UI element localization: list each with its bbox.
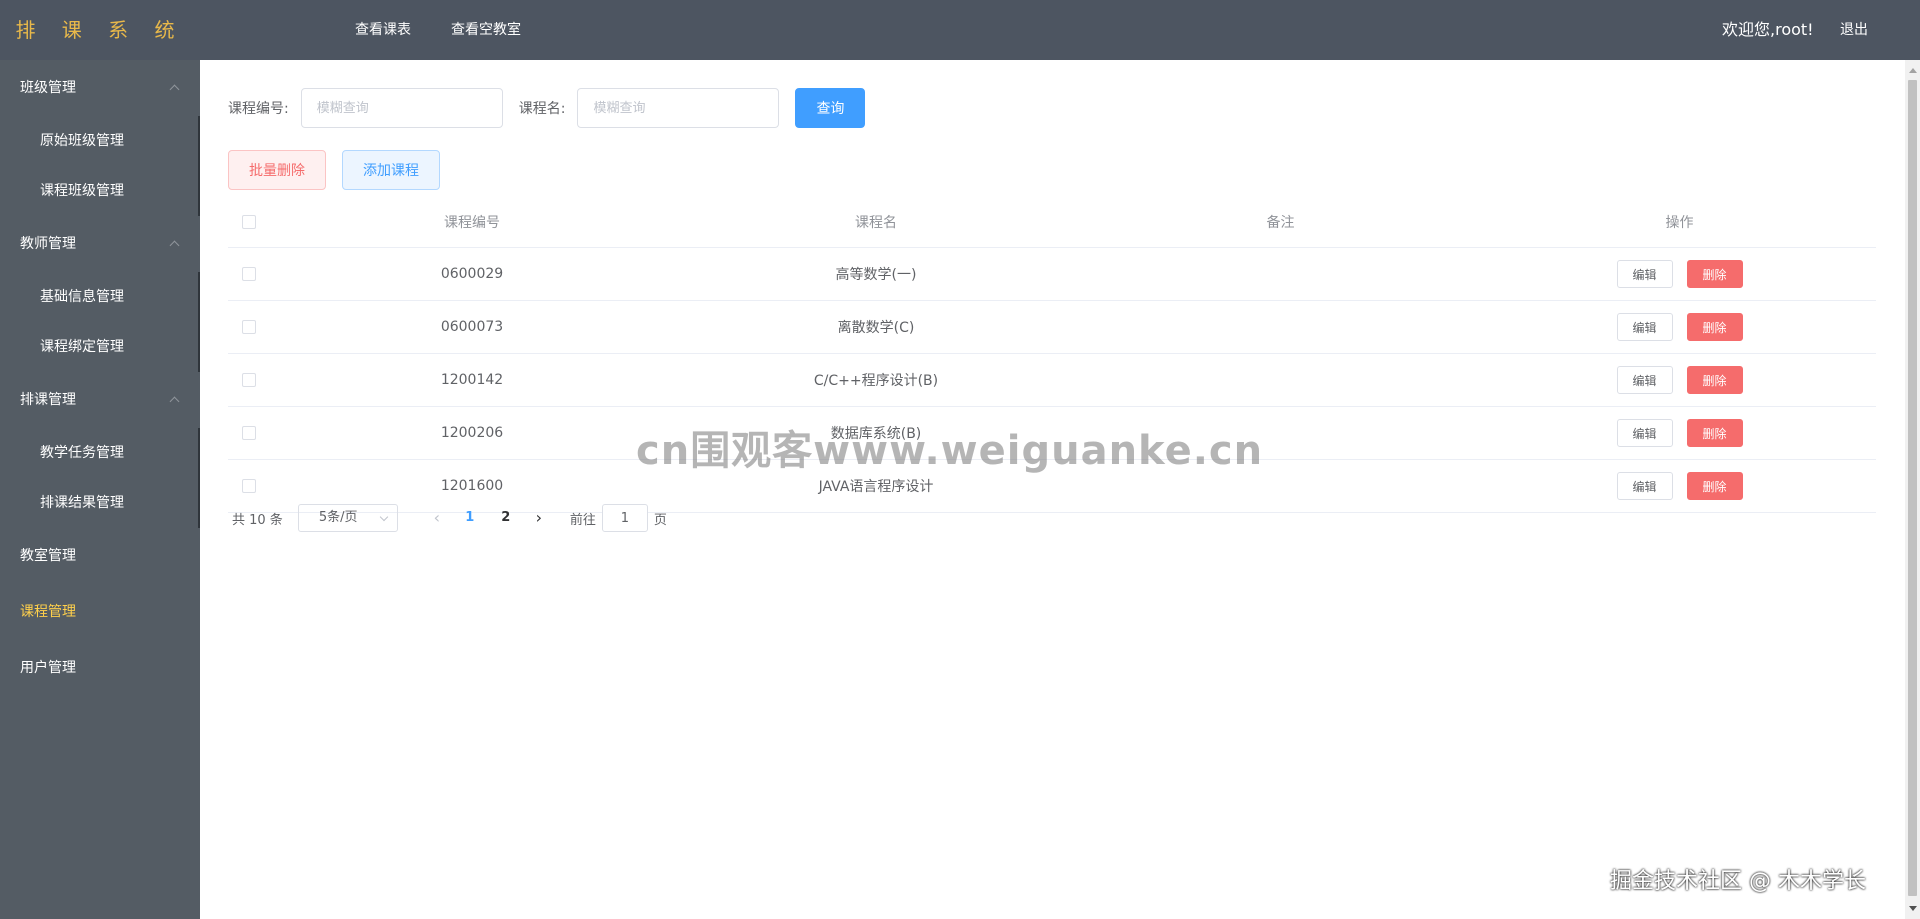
edit-button[interactable]: 编辑 <box>1616 419 1673 447</box>
cell-course-name: C/C++程序设计(B) <box>813 373 939 389</box>
next-page-icon[interactable]: › <box>524 504 554 532</box>
top-header: 排 课 系 统 查看课表 查看空教室 欢迎您,root! 退出 <box>0 0 1920 60</box>
sidebar-item-classroom[interactable]: 教室管理 <box>0 528 200 584</box>
cell-course-code: 1200206 <box>440 425 504 441</box>
top-nav: 查看课表 查看空教室 <box>335 0 541 60</box>
sidebar-item-course-class[interactable]: 课程班级管理 <box>0 166 200 216</box>
batch-delete-button[interactable]: 批量删除 <box>228 150 326 190</box>
page-number-2[interactable]: 2 <box>488 504 524 532</box>
header-operations: 操作 <box>1665 215 1694 231</box>
row-checkbox[interactable] <box>242 426 256 440</box>
header-course-name: 课程名 <box>855 215 897 231</box>
sidebar-group-class[interactable]: 班级管理 <box>0 60 200 116</box>
action-bar: 批量删除 添加课程 <box>228 150 440 190</box>
goto-label: 前往 <box>569 512 596 528</box>
page-number-1[interactable]: 1 <box>452 504 488 532</box>
sidebar-group-scheduling[interactable]: 排课管理 <box>0 372 200 428</box>
app-logo: 排 课 系 统 <box>15 18 185 42</box>
cell-course-code: 0600029 <box>440 266 504 282</box>
sidebar-submenu: 原始班级管理 课程班级管理 <box>0 116 200 216</box>
table-row: 0600073 离散数学(C) 编辑 删除 <box>228 301 1876 354</box>
vertical-scrollbar[interactable] <box>1905 60 1920 919</box>
header-note: 备注 <box>1266 215 1295 231</box>
main-content: 课程编号: 课程名: 查询 批量删除 添加课程 课程编号 课程名 备注 操作 0… <box>200 60 1905 919</box>
select-all-checkbox[interactable] <box>242 215 256 229</box>
sidebar-item-user[interactable]: 用户管理 <box>0 640 200 696</box>
cell-course-name: 高等数学(一) <box>835 267 917 283</box>
page-suffix: 页 <box>653 512 667 528</box>
cell-course-code: 1200142 <box>440 372 504 388</box>
row-checkbox[interactable] <box>242 479 256 493</box>
sidebar-item-course-binding[interactable]: 课程绑定管理 <box>0 322 200 372</box>
goto-page-input[interactable] <box>601 504 648 532</box>
scrollbar-thumb[interactable] <box>1908 80 1917 896</box>
delete-button[interactable]: 删除 <box>1686 366 1743 394</box>
edit-button[interactable]: 编辑 <box>1616 472 1673 500</box>
chevron-up-icon <box>169 240 180 251</box>
delete-button[interactable]: 删除 <box>1686 313 1743 341</box>
course-code-label: 课程编号: <box>228 101 289 117</box>
sidebar-group-label: 排课管理 <box>20 392 76 408</box>
cell-course-name: JAVA语言程序设计 <box>818 479 934 495</box>
user-welcome: 欢迎您,root! <box>1722 20 1814 39</box>
cell-course-code: 1201600 <box>440 478 504 494</box>
course-name-input[interactable] <box>577 88 780 128</box>
cell-course-name: 离散数学(C) <box>837 320 915 336</box>
delete-button[interactable]: 删除 <box>1686 419 1743 447</box>
row-checkbox[interactable] <box>242 267 256 281</box>
row-checkbox[interactable] <box>242 373 256 387</box>
chevron-up-icon <box>169 84 180 95</box>
table-header: 课程编号 课程名 备注 操作 <box>228 197 1876 248</box>
edit-button[interactable]: 编辑 <box>1616 366 1673 394</box>
course-table: 课程编号 课程名 备注 操作 0600029 高等数学(一) 编辑 删除 060… <box>228 197 1876 513</box>
page-size-value: 5条/页 <box>318 510 358 525</box>
sidebar-item-course[interactable]: 课程管理 <box>0 584 200 640</box>
nav-view-schedule[interactable]: 查看课表 <box>335 0 431 60</box>
logout-link[interactable]: 退出 <box>1840 0 1868 60</box>
chevron-up-icon <box>169 396 180 407</box>
sidebar-group-teacher[interactable]: 教师管理 <box>0 216 200 272</box>
query-button[interactable]: 查询 <box>795 88 866 128</box>
table-row: 1200142 C/C++程序设计(B) 编辑 删除 <box>228 354 1876 407</box>
row-checkbox[interactable] <box>242 320 256 334</box>
sidebar: 班级管理 原始班级管理 课程班级管理 教师管理 基础信息管理 课程绑定管理 排课… <box>0 60 200 919</box>
edit-button[interactable]: 编辑 <box>1616 260 1673 288</box>
pagination-total: 共 10 条 <box>232 512 283 528</box>
nav-view-empty-classroom[interactable]: 查看空教室 <box>431 0 541 60</box>
cell-course-name: 数据库系统(B) <box>830 426 922 442</box>
sidebar-group-label: 班级管理 <box>20 80 76 96</box>
chevron-down-icon <box>379 512 389 522</box>
sidebar-item-schedule-result[interactable]: 排课结果管理 <box>0 478 200 528</box>
prev-page-icon[interactable]: ‹ <box>422 504 452 532</box>
table-row: 1200206 数据库系统(B) 编辑 删除 <box>228 407 1876 460</box>
sidebar-submenu: 教学任务管理 排课结果管理 <box>0 428 200 528</box>
header-course-code: 课程编号 <box>444 215 500 231</box>
page-size-select[interactable]: 5条/页 <box>297 504 398 532</box>
cell-course-code: 0600073 <box>440 319 504 335</box>
sidebar-item-original-class[interactable]: 原始班级管理 <box>0 116 200 166</box>
edit-button[interactable]: 编辑 <box>1616 313 1673 341</box>
delete-button[interactable]: 删除 <box>1686 472 1743 500</box>
sidebar-item-teaching-task[interactable]: 教学任务管理 <box>0 428 200 478</box>
scroll-down-icon[interactable] <box>1909 906 1917 911</box>
add-course-button[interactable]: 添加课程 <box>342 150 440 190</box>
scroll-up-icon[interactable] <box>1909 68 1917 73</box>
sidebar-submenu: 基础信息管理 课程绑定管理 <box>0 272 200 372</box>
course-name-label: 课程名: <box>518 101 566 117</box>
delete-button[interactable]: 删除 <box>1686 260 1743 288</box>
search-bar: 课程编号: 课程名: 查询 <box>228 88 866 128</box>
sidebar-item-basic-info[interactable]: 基础信息管理 <box>0 272 200 322</box>
pagination: 共 10 条 5条/页 ‹ 1 2 › 前往 页 <box>232 504 667 532</box>
table-row: 0600029 高等数学(一) 编辑 删除 <box>228 248 1876 301</box>
course-code-input[interactable] <box>300 88 503 128</box>
sidebar-group-label: 教师管理 <box>20 236 76 252</box>
